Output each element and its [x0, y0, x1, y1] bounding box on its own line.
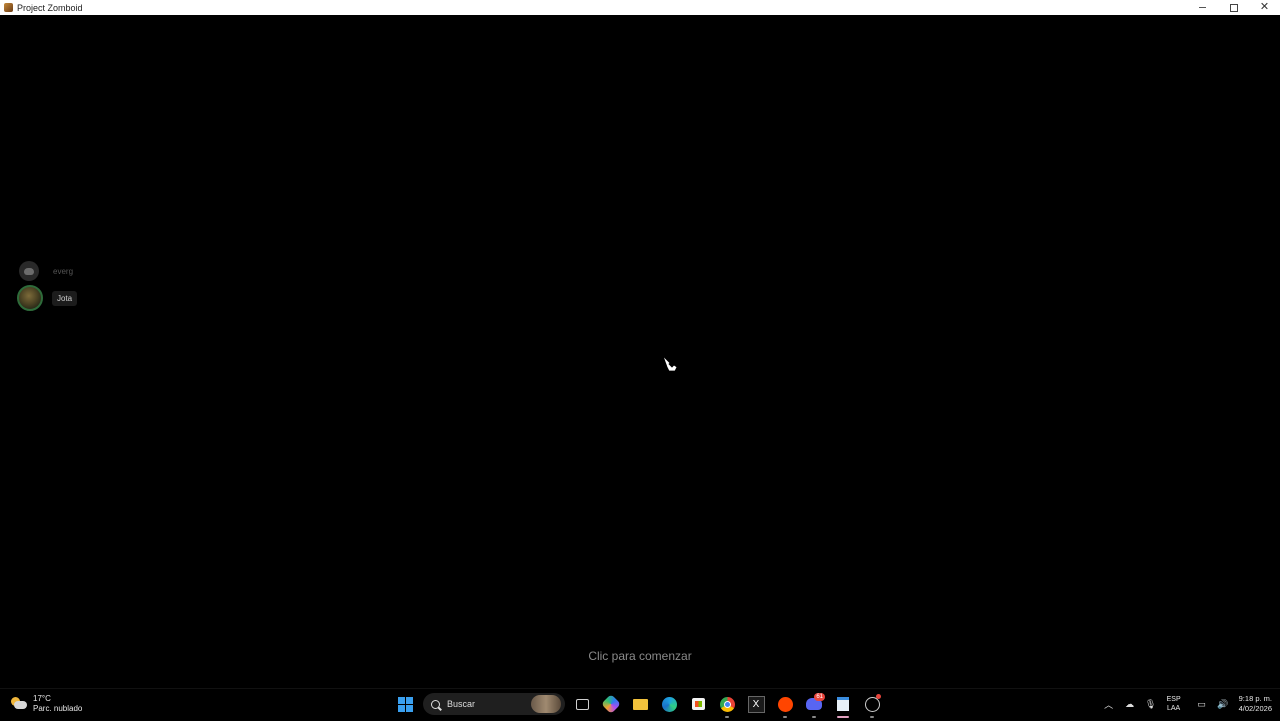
voice-user-name: Jota — [52, 290, 78, 306]
project-zomboid-button[interactable] — [832, 693, 854, 718]
system-tray: ︿ ☁ 🎙 ESP LAA ▭ 🔊 9:18 p. m. 4/02/2026 — [1096, 694, 1272, 714]
language-indicator[interactable]: ESP LAA — [1167, 695, 1181, 713]
weather-temp: 17°C — [33, 694, 51, 703]
notification-dot — [876, 694, 881, 699]
edge-button[interactable] — [658, 693, 680, 715]
edge-icon — [661, 696, 677, 712]
hand-cursor-icon — [662, 355, 678, 372]
volume-icon[interactable]: 🔊 — [1215, 696, 1231, 712]
minimize-icon — [1199, 7, 1206, 8]
file-explorer-icon — [632, 698, 648, 710]
network-icon[interactable]: ▭ — [1194, 696, 1210, 712]
click-to-start-text[interactable]: Clic para comenzar — [0, 649, 1280, 663]
steam-button[interactable] — [861, 693, 883, 718]
clock-time: 9:18 p. m. — [1238, 694, 1272, 703]
minimize-button[interactable] — [1187, 0, 1218, 15]
window-controls: ✕ — [1187, 0, 1280, 15]
chrome-icon — [719, 696, 735, 712]
x-icon: X — [747, 695, 765, 713]
task-view-icon — [575, 698, 589, 710]
maximize-button[interactable] — [1218, 0, 1249, 15]
search-highlight-image — [531, 695, 561, 713]
project-zomboid-icon — [4, 3, 13, 12]
taskbar-search[interactable]: Buscar — [423, 693, 565, 715]
chrome-button[interactable] — [716, 693, 738, 718]
game-viewport[interactable]: everg Jota Clic para comenzar — [0, 15, 1280, 688]
discord-button[interactable]: 61 — [803, 693, 825, 718]
start-button[interactable] — [394, 693, 416, 715]
onedrive-cloud-icon[interactable]: ☁ — [1122, 696, 1138, 712]
taskbar-apps: Buscar X 61 — [394, 693, 890, 718]
file-explorer-button[interactable] — [629, 693, 651, 715]
window-title: Project Zomboid — [17, 2, 83, 13]
copilot-icon — [601, 694, 621, 714]
close-icon: ✕ — [1259, 1, 1270, 13]
window-titlebar[interactable]: Project Zomboid ✕ — [0, 0, 1280, 15]
microphone-icon[interactable]: 🎙 — [1143, 696, 1159, 712]
partly-cloudy-icon — [11, 697, 27, 711]
discord-icon — [19, 261, 39, 281]
keyboard-layout: LAA — [1167, 705, 1181, 712]
project-zomboid-app-icon — [837, 697, 849, 711]
restore-icon — [1229, 3, 1238, 12]
clock-date: 4/02/2026 — [1238, 704, 1272, 713]
voice-user-everg: everg — [17, 258, 78, 284]
copilot-button[interactable] — [600, 693, 622, 715]
language-code: ESP — [1166, 696, 1181, 703]
weather-condition: Parc. nublado — [33, 704, 83, 713]
discord-badge: 61 — [814, 693, 825, 701]
show-hidden-icons-chevron-up-icon[interactable]: ︿ — [1101, 696, 1117, 712]
task-view-button[interactable] — [571, 693, 593, 715]
search-placeholder: Buscar — [447, 699, 476, 709]
taskbar: 17°C Parc. nublado Buscar X 61 ︿ ☁ 🎙 ESP… — [0, 688, 1280, 721]
x-button[interactable]: X — [745, 693, 767, 715]
voice-overlay: everg Jota — [17, 258, 78, 312]
reddit-button[interactable] — [774, 693, 796, 718]
weather-widget[interactable]: 17°C Parc. nublado — [11, 694, 82, 714]
clock[interactable]: 9:18 p. m. 4/02/2026 — [1239, 694, 1272, 714]
user-avatar — [17, 285, 43, 311]
store-button[interactable] — [687, 693, 709, 715]
windows-start-icon — [397, 696, 413, 712]
voice-user-jota: Jota — [17, 285, 78, 311]
close-button[interactable]: ✕ — [1249, 0, 1280, 15]
voice-user-name: everg — [53, 266, 74, 276]
reddit-icon — [777, 696, 793, 712]
search-icon — [431, 699, 440, 709]
store-icon — [691, 698, 705, 710]
